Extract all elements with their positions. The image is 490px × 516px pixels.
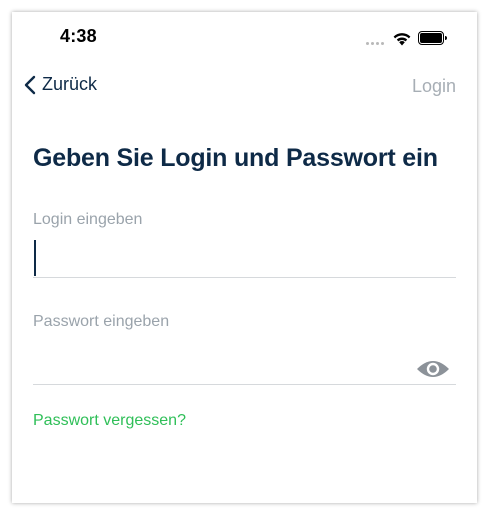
password-field[interactable] xyxy=(33,344,456,385)
wifi-icon xyxy=(393,33,411,46)
forgot-password-link[interactable]: Passwort vergessen? xyxy=(33,412,186,430)
signal-dots-icon xyxy=(366,42,384,45)
navigation-bar: Zurück Login xyxy=(12,70,477,106)
page-title: Geben Sie Login und Passwort ein xyxy=(33,144,438,172)
password-input[interactable] xyxy=(37,348,397,380)
phone-screen: 4:38 Zurück Login Geben Sie Login und Pa… xyxy=(12,12,477,503)
login-input[interactable] xyxy=(37,241,397,273)
nav-login-label: Login xyxy=(411,76,456,96)
chevron-left-icon xyxy=(24,75,36,94)
status-bar: 4:38 xyxy=(12,12,477,62)
back-button[interactable]: Zurück xyxy=(24,74,97,95)
login-field[interactable] xyxy=(33,237,456,278)
login-field-label: Login eingeben xyxy=(33,211,143,228)
back-label: Zurück xyxy=(42,74,98,94)
eye-icon[interactable] xyxy=(416,358,450,380)
text-caret xyxy=(34,240,36,276)
battery-icon xyxy=(418,31,447,45)
status-time: 4:38 xyxy=(60,26,97,46)
password-field-label: Passwort eingeben xyxy=(33,313,170,330)
